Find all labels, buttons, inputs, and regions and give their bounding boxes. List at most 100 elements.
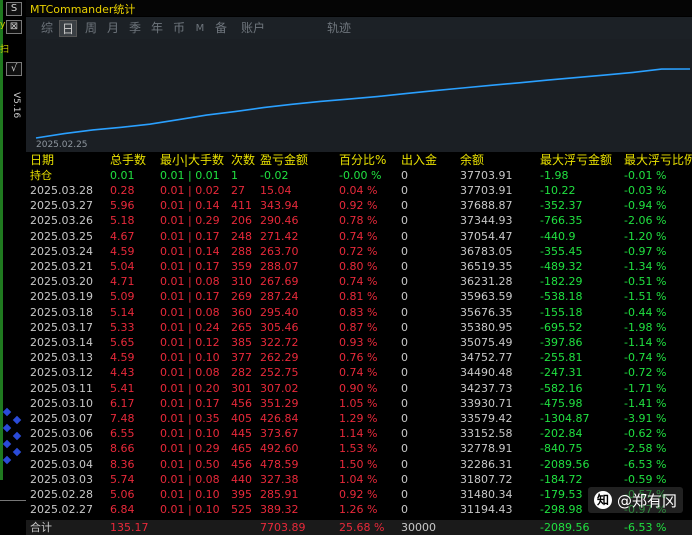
table-row[interactable]: 2025.03.13 4.59 0.01 | 0.10 377 262.29 0.76 %…: [26, 350, 692, 365]
tab-year[interactable]: 年: [148, 20, 166, 37]
trade-count-cell: 248: [231, 229, 252, 243]
table-row[interactable]: 2025.03.19 5.09 0.01 | 0.17 269 287.24 0.81 %…: [26, 289, 692, 304]
total-lots-cell: 5.14: [110, 305, 135, 319]
percent-cell: 0.92 %: [339, 199, 378, 213]
holding-row[interactable]: 持仓 0.01 0.01 | 0.01 1 -0.02 -0.00 % 0 37703.91 -…: [26, 168, 692, 183]
total-lots-cell: 5.65: [110, 336, 135, 349]
deposit-withdraw-cell: 0: [401, 412, 408, 425]
diamond-icon: [2, 455, 12, 465]
table-row[interactable]: 2025.03.17 5.33 0.01 | 0.24 265 305.46 0.87 %…: [26, 320, 692, 335]
trade-count-cell: 395: [231, 488, 252, 501]
tab-overview[interactable]: 综: [38, 20, 56, 37]
balance-cell: 37344.93: [460, 214, 513, 228]
header-deposit[interactable]: 出入金: [401, 153, 437, 168]
total-lots-cell: 4.43: [110, 366, 135, 380]
date-cell: 2025.03.12: [30, 366, 93, 380]
header-percent[interactable]: 百分比%: [339, 153, 386, 168]
max-drawdown-pct-cell: -1.34 %: [624, 260, 667, 273]
date-cell: 2025.03.28: [30, 184, 93, 197]
tab-week[interactable]: 周: [82, 20, 100, 37]
table-row[interactable]: 2025.03.03 5.74 0.01 | 0.08 440 327.38 1.04 %…: [26, 472, 692, 487]
total-lots-cell: 5.06: [110, 488, 135, 501]
table-row[interactable]: 2025.03.28 0.28 0.01 | 0.02 27 15.04 0.04 % 0 3…: [26, 183, 692, 198]
tab-month[interactable]: 月: [104, 20, 122, 37]
side-button-close[interactable]: ⊠: [6, 20, 22, 34]
trade-count-cell: 411: [231, 199, 252, 213]
pnl-cell: 287.24: [260, 290, 299, 304]
min-max-lots-cell: 0.01 | 0.24: [160, 320, 220, 334]
tab-account[interactable]: 账户: [238, 20, 268, 37]
total-lots-cell: 8.66: [110, 442, 135, 456]
date-cell: 合计: [30, 521, 52, 534]
min-max-lots-cell: 0.01 | 0.02: [160, 184, 220, 197]
total-lots-cell: 5.41: [110, 381, 135, 395]
header-min-max-lots[interactable]: 最小|大手数: [160, 153, 224, 168]
table-row[interactable]: 2025.03.24 4.59 0.01 | 0.14 288 263.70 0.72 %…: [26, 244, 692, 259]
tab-note[interactable]: 备: [212, 20, 230, 37]
header-date[interactable]: 日期: [30, 153, 54, 168]
max-drawdown-cell: -695.52: [540, 320, 583, 334]
total-lots-cell: 5.33: [110, 320, 135, 334]
table-row[interactable]: 2025.03.05 8.66 0.01 | 0.29 465 492.60 1.53 %…: [26, 441, 692, 456]
tab-m[interactable]: M: [192, 20, 208, 37]
percent-cell: 1.04 %: [339, 472, 378, 486]
pnl-cell: 343.94: [260, 199, 299, 213]
diamond-icon: [2, 439, 12, 449]
pnl-cell: 7703.89: [260, 521, 306, 534]
header-max-drawdown-pct[interactable]: 最大浮亏比例: [624, 153, 692, 168]
percent-cell: 1.50 %: [339, 457, 378, 471]
date-cell: 2025.03.19: [30, 290, 93, 304]
header-pnl[interactable]: 盈亏金额: [260, 153, 308, 168]
balance-cell: 31480.34: [460, 488, 513, 501]
header-max-drawdown[interactable]: 最大浮亏金额: [540, 153, 612, 168]
deposit-withdraw-cell: 0: [401, 275, 408, 289]
percent-cell: 1.14 %: [339, 427, 378, 441]
tab-quarter[interactable]: 季: [126, 20, 144, 37]
tab-currency[interactable]: 币: [170, 20, 188, 37]
table-row[interactable]: 2025.03.04 8.36 0.01 | 0.50 456 478.59 1.50 %…: [26, 457, 692, 472]
date-cell: 2025.02.28: [30, 488, 93, 501]
table-row[interactable]: 2025.03.10 6.17 0.01 | 0.17 456 351.29 1.05 %…: [26, 396, 692, 411]
max-drawdown-pct-cell: -0.97 %: [624, 244, 667, 258]
table-row[interactable]: 2025.03.25 4.67 0.01 | 0.17 248 271.42 0.74 %…: [26, 229, 692, 244]
header-count[interactable]: 次数: [231, 153, 255, 168]
table-row[interactable]: 2025.03.27 5.96 0.01 | 0.14 411 343.94 0.92 %…: [26, 198, 692, 213]
tab-trajectory[interactable]: 轨迹: [324, 20, 354, 37]
total-row[interactable]: 合计 135.17 7703.89 25.68 % 30000 -2089.56 -6.53…: [26, 520, 692, 535]
balance-cell: 31194.43: [460, 503, 513, 517]
max-drawdown-pct-cell: -0.01 %: [624, 169, 667, 182]
balance-cell: 36519.35: [460, 260, 513, 273]
side-button-check[interactable]: √: [6, 62, 22, 76]
header-total-lots[interactable]: 总手数: [110, 153, 146, 168]
date-cell: 持仓: [30, 169, 52, 182]
deposit-withdraw-cell: 0: [401, 457, 408, 471]
table-row[interactable]: 2025.03.07 7.48 0.01 | 0.35 405 426.84 1.29 %…: [26, 411, 692, 426]
left-toolbar: y S 扫 ⊠ √ V5.16: [0, 0, 26, 535]
table-row[interactable]: 2025.03.18 5.14 0.01 | 0.08 360 295.40 0.83 %…: [26, 305, 692, 320]
trade-count-cell: 456: [231, 396, 252, 410]
deposit-withdraw-cell: 0: [401, 184, 408, 197]
balance-cell: 31807.72: [460, 472, 513, 486]
deposit-withdraw-cell: 0: [401, 366, 408, 380]
min-max-lots-cell: 0.01 | 0.10: [160, 351, 220, 365]
table-row[interactable]: 2025.03.06 6.55 0.01 | 0.10 445 373.67 1.14 %…: [26, 426, 692, 441]
deposit-withdraw-cell: 0: [401, 305, 408, 319]
max-drawdown-cell: -184.72: [540, 472, 583, 486]
table-row[interactable]: 2025.03.26 5.18 0.01 | 0.29 206 290.46 0.78 %…: [26, 213, 692, 228]
balance-series-line: [35, 68, 691, 139]
deposit-withdraw-cell: 0: [401, 320, 408, 334]
max-drawdown-cell: -1.98: [540, 169, 569, 182]
table-row[interactable]: 2025.03.12 4.43 0.01 | 0.08 282 252.75 0.74 %…: [26, 365, 692, 380]
period-tabs: 综 日 周 月 季 年 币 M 备 账户 轨迹: [26, 17, 692, 39]
tab-day[interactable]: 日: [59, 20, 77, 37]
table-row[interactable]: 2025.03.21 5.04 0.01 | 0.17 359 288.07 0.80 %…: [26, 259, 692, 274]
header-balance[interactable]: 余额: [460, 153, 484, 168]
table-row[interactable]: 2025.03.11 5.41 0.01 | 0.20 301 307.02 0.90 %…: [26, 381, 692, 396]
balance-cell: 37054.47: [460, 229, 513, 243]
zhihu-logo-icon: 知: [594, 491, 612, 509]
min-max-lots-cell: 0.01 | 0.12: [160, 336, 220, 349]
max-drawdown-cell: -155.18: [540, 305, 583, 319]
table-row[interactable]: 2025.03.20 4.71 0.01 | 0.08 310 267.69 0.74 %…: [26, 274, 692, 289]
side-button-s[interactable]: S: [6, 2, 22, 16]
table-row[interactable]: 2025.03.14 5.65 0.01 | 0.12 385 322.72 0.93 %…: [26, 335, 692, 350]
